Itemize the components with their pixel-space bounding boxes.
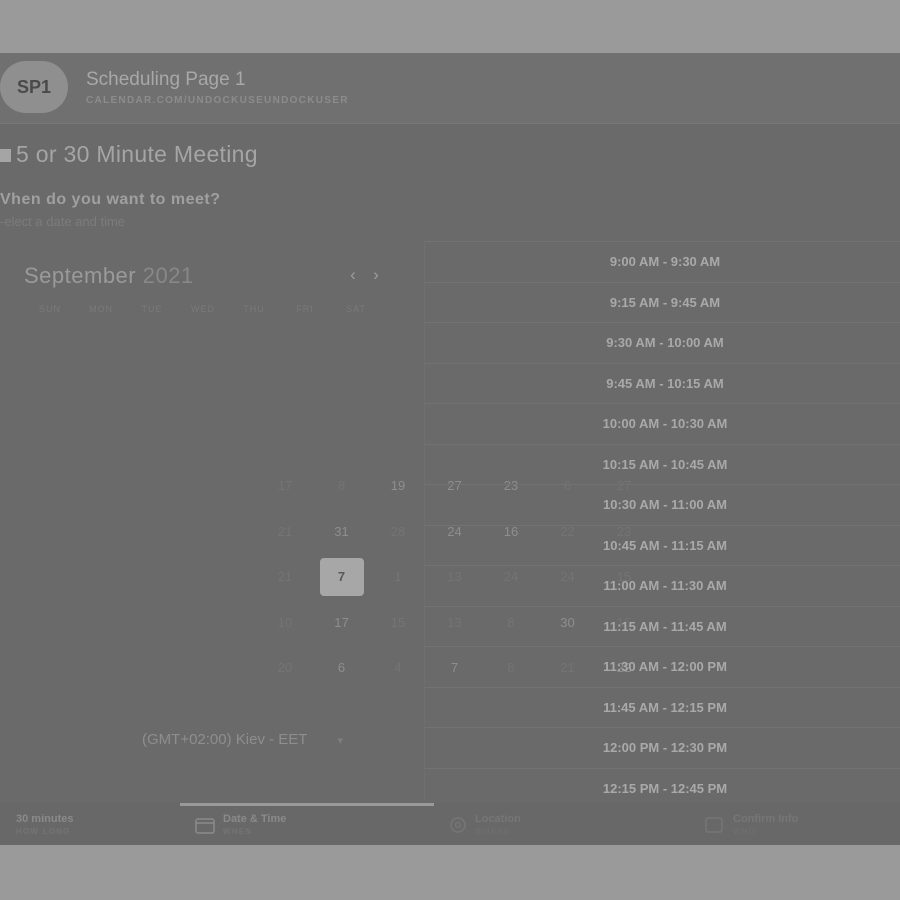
step-duration-label: 30 minutes <box>16 813 74 825</box>
time-slot-label: 9:00 AM - 9:30 AM <box>609 254 721 269</box>
step-date-time-sub: WHEN <box>223 827 253 836</box>
weekday-header: WED <box>191 304 215 314</box>
time-slot[interactable]: 9:30 AM - 10:00 AM <box>425 322 900 362</box>
calendar-day[interactable]: 28 <box>376 513 420 551</box>
time-slot[interactable]: 10:45 AM - 11:15 AM <box>425 524 900 565</box>
calendar-day-selected[interactable]: 7 <box>319 558 364 596</box>
meeting-title: 5 or 30 Minute Meeting <box>0 141 258 168</box>
weekday-header: MON <box>89 304 113 314</box>
calendar-day[interactable]: 31 <box>320 513 364 551</box>
time-slot[interactable]: 11:30 AM - 12:00 PM <box>425 646 900 686</box>
avatar[interactable]: SP1 <box>0 61 68 113</box>
time-slot-label: 11:30 AM - 12:00 PM <box>603 659 727 674</box>
step-location-label: Location <box>475 813 521 825</box>
time-slot-label: 11:00 AM - 11:30 AM <box>603 578 727 593</box>
timezone-value: (GMT+02:00) Kiev - EET <box>142 731 308 748</box>
when-prompt: Vhen do you want to meet? <box>0 191 221 208</box>
weekday-header: TUE <box>141 304 163 314</box>
calendar-day[interactable]: 20 <box>263 649 307 687</box>
confirm-icon <box>705 817 723 833</box>
next-month-button[interactable]: › <box>367 265 385 285</box>
time-slot[interactable]: 10:15 AM - 10:45 AM <box>425 443 900 484</box>
step-location[interactable]: Location WHERE <box>475 813 521 836</box>
time-slot-label: 10:30 AM - 11:00 AM <box>602 497 728 512</box>
calendar-day[interactable]: 15 <box>376 604 420 642</box>
time-slot-label: 9:30 AM - 10:00 AM <box>606 335 724 350</box>
month-label: September 2021 <box>24 263 194 289</box>
chevron-down-icon: ▾ <box>337 735 343 747</box>
calendar-day[interactable]: 4 <box>376 649 420 687</box>
step-confirm-label: Confirm Info <box>733 813 799 825</box>
step-confirm-sub: WHO <box>733 827 757 836</box>
time-slot-label: 11:15 AM - 11:45 AM <box>603 618 727 634</box>
month-name: September <box>24 263 137 288</box>
time-slot[interactable]: 10:00 AM - 10:30 AM <box>425 403 900 443</box>
title-marker-icon <box>0 149 11 163</box>
time-slot[interactable]: 10:30 AM - 11:00 AM <box>425 484 900 524</box>
time-slot-label: 11:45 AM - 12:15 PM <box>603 699 727 715</box>
time-slot-label: 9:45 AM - 10:15 AM <box>606 375 724 391</box>
weekday-header: FRI <box>296 304 314 314</box>
time-slot[interactable]: 9:45 AM - 10:15 AM <box>425 362 900 403</box>
meeting-title-text: 5 or 30 Minute Meeting <box>16 141 258 167</box>
year-label: 2021 <box>142 263 194 288</box>
step-duration-sub: HOW LONG <box>16 827 71 836</box>
time-slot[interactable]: 11:15 AM - 11:45 AM <box>425 605 900 646</box>
calendar-day[interactable]: 21 <box>263 558 307 596</box>
calendar-day[interactable]: 10 <box>263 604 307 642</box>
date-picker: September 2021 ‹ › SUN MON TUE WED THU FRI SAT… <box>0 241 631 801</box>
weekday-header: THU <box>243 304 265 314</box>
timezone-select[interactable]: (GMT+02:00) Kiev - EET ▾ <box>142 731 343 748</box>
calendar-day[interactable]: 17 <box>320 604 364 642</box>
step-date-time-label: Date & Time <box>223 813 287 825</box>
time-slot[interactable]: 9:15 AM - 9:45 AM <box>425 281 900 322</box>
when-instruction: -elect a date and time <box>0 214 126 229</box>
step-progress-bar <box>180 803 434 806</box>
step-footer: 30 minutes HOW LONG Date & Time WHEN Loc… <box>0 803 900 845</box>
time-slot[interactable]: 9:00 AM - 9:30 AM <box>425 241 900 281</box>
time-slot[interactable]: 12:00 PM - 12:30 PM <box>425 727 900 767</box>
step-duration[interactable]: 30 minutes HOW LONG <box>16 813 73 836</box>
time-slot[interactable]: 11:45 AM - 12:15 PM <box>425 686 900 727</box>
page-title: Scheduling Page 1 <box>86 69 246 90</box>
time-slot[interactable]: 11:00 AM - 11:30 AM <box>425 565 900 605</box>
prev-month-button[interactable]: ‹ <box>344 265 362 285</box>
page-url[interactable]: CALENDAR.COM/UNDOCKUSEUNDOCKUSER <box>86 95 349 106</box>
calendar-icon <box>195 818 215 834</box>
calendar-day[interactable]: 21 <box>263 513 307 551</box>
time-slot-label: 10:45 AM - 11:15 AM <box>602 537 728 553</box>
step-date-time[interactable]: Date & Time WHEN <box>223 813 286 836</box>
time-slot[interactable]: 12:15 PM - 12:45 PM <box>425 767 900 808</box>
time-slot-label: 12:00 PM - 12:30 PM <box>602 740 728 755</box>
calendar-day[interactable]: 6 <box>320 649 364 687</box>
time-slot-list: 9:00 AM - 9:30 AM 9:15 AM - 9:45 AM 9:30 A… <box>424 241 900 801</box>
weekday-header: SUN <box>38 304 61 314</box>
time-slot-label: 10:15 AM - 10:45 AM <box>602 456 728 472</box>
header: SP1 Scheduling Page 1 CALENDAR.COM/UNDOC… <box>0 53 900 124</box>
calendar-day[interactable]: 1 <box>376 558 420 596</box>
calendar-day[interactable]: 8 <box>320 467 364 505</box>
time-slot-label: 9:15 AM - 9:45 AM <box>609 294 721 310</box>
weekday-header: SAT <box>346 304 366 314</box>
step-confirm-info[interactable]: Confirm Info WHO <box>733 813 798 836</box>
location-pin-icon <box>450 817 466 833</box>
calendar-day[interactable]: 17 <box>263 467 307 505</box>
step-location-sub: WHERE <box>475 827 511 836</box>
calendar-day[interactable]: 19 <box>376 467 420 505</box>
scheduling-app: SP1 Scheduling Page 1 CALENDAR.COM/UNDOC… <box>0 53 900 845</box>
time-slot-label: 10:00 AM - 10:30 AM <box>602 416 728 431</box>
